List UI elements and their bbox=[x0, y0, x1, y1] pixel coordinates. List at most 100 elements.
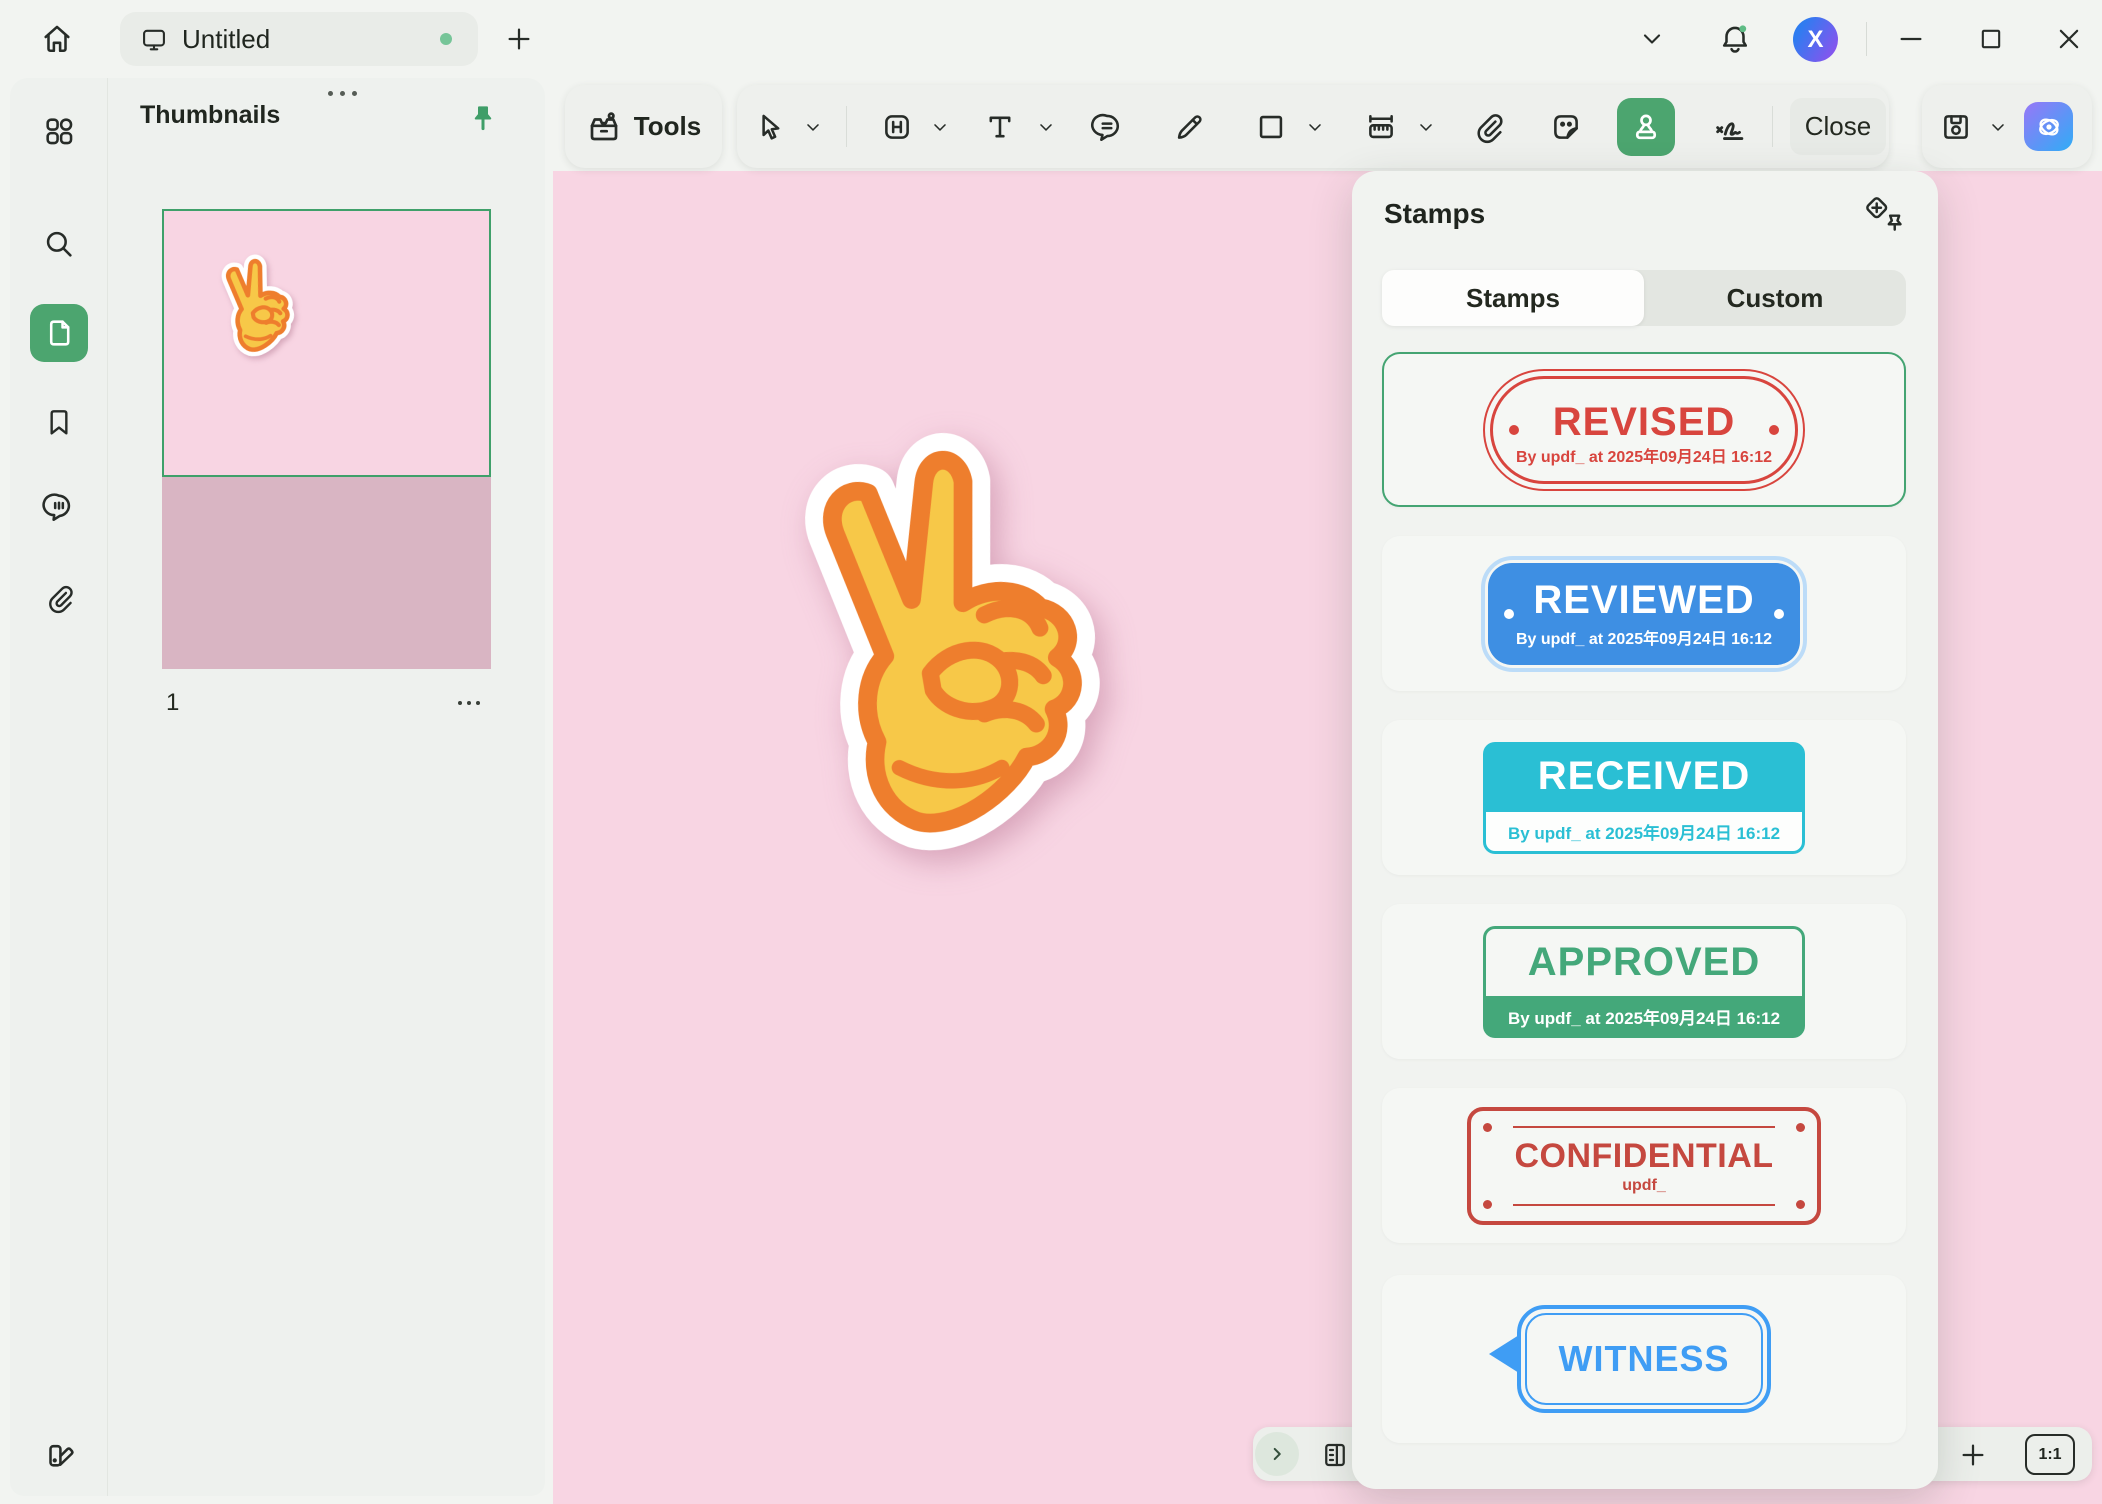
unsaved-dot bbox=[440, 33, 452, 45]
maximize-button[interactable] bbox=[1964, 12, 2018, 66]
stamp-label: CONFIDENTIAL bbox=[1514, 1137, 1773, 1176]
maximize-icon bbox=[1977, 25, 2005, 53]
page-icon bbox=[42, 316, 76, 350]
pin-panel-button[interactable] bbox=[461, 96, 505, 140]
stamp-item-confidential[interactable]: CONFIDENTIAL updf_ bbox=[1382, 1088, 1906, 1243]
annotation-toolbar: Close bbox=[737, 85, 1889, 168]
stamp-icon bbox=[1628, 109, 1664, 145]
pen-tool[interactable] bbox=[1165, 103, 1213, 151]
sidebar-item-attachments[interactable] bbox=[30, 569, 88, 627]
sidebar-item-thumbnails[interactable] bbox=[30, 304, 88, 362]
page-layout-icon bbox=[1320, 1440, 1350, 1470]
left-dock: Thumbnails 1 bbox=[10, 78, 545, 1496]
app-window: Untitled X bbox=[0, 0, 2102, 1504]
topbar-divider bbox=[1866, 22, 1867, 56]
thumbnails-title: Thumbnails bbox=[140, 101, 280, 130]
tab-stamps[interactable]: Stamps bbox=[1382, 270, 1644, 326]
sidebar-item-apps[interactable] bbox=[30, 102, 88, 160]
sidebar-item-search[interactable] bbox=[30, 215, 88, 273]
text-tool[interactable] bbox=[976, 103, 1024, 151]
page-number: 1 bbox=[166, 689, 179, 717]
attach-tool[interactable] bbox=[1464, 103, 1512, 151]
heading-tool[interactable] bbox=[873, 103, 921, 151]
measure-tool[interactable] bbox=[1357, 103, 1405, 151]
close-window-button[interactable] bbox=[2042, 12, 2096, 66]
page-thumbnail-viewport bbox=[162, 209, 491, 477]
document-tab[interactable]: Untitled bbox=[120, 12, 478, 66]
sticker-icon bbox=[1549, 110, 1583, 144]
shape-tool[interactable] bbox=[1247, 103, 1295, 151]
toolbar-divider bbox=[1772, 106, 1773, 147]
select-tool[interactable] bbox=[746, 103, 794, 151]
toolbar-divider bbox=[846, 106, 847, 147]
tab-custom[interactable]: Custom bbox=[1644, 270, 1906, 326]
confidential-stamp-art: CONFIDENTIAL updf_ bbox=[1467, 1107, 1821, 1225]
cursor-icon bbox=[753, 110, 787, 144]
stamp-item-approved[interactable]: APPROVED By updf_ at 2025年09月24日 16:12 bbox=[1382, 904, 1906, 1059]
heading-box-icon bbox=[880, 110, 914, 144]
close-icon bbox=[2054, 24, 2084, 54]
create-stamp-pin-button[interactable] bbox=[1860, 191, 1908, 239]
comment-tool[interactable] bbox=[1083, 103, 1131, 151]
page-thumbnail[interactable] bbox=[162, 209, 491, 669]
tools-button[interactable]: Tools bbox=[565, 85, 722, 168]
chevron-down-icon bbox=[1638, 25, 1666, 53]
text-tool-dropdown[interactable] bbox=[1031, 107, 1061, 147]
save-icon bbox=[1939, 110, 1973, 144]
chevron-down-icon bbox=[1036, 117, 1056, 137]
stamp-label: WITNESS bbox=[1558, 1338, 1729, 1380]
signature-tool[interactable] bbox=[1706, 103, 1754, 151]
shape-tool-dropdown[interactable] bbox=[1300, 107, 1330, 147]
approved-stamp-art: APPROVED By updf_ at 2025年09月24日 16:12 bbox=[1483, 926, 1805, 1038]
home-icon bbox=[40, 21, 74, 55]
panel-drag-handle[interactable] bbox=[310, 82, 374, 104]
avatar-initial: X bbox=[1807, 26, 1823, 54]
minimize-button[interactable] bbox=[1884, 12, 1938, 66]
chevron-right-icon bbox=[1266, 1443, 1288, 1465]
stamp-item-witness[interactable]: WITNESS bbox=[1382, 1275, 1906, 1443]
stamp-label: APPROVED bbox=[1528, 940, 1761, 985]
page-more-button[interactable] bbox=[449, 690, 489, 716]
sidebar-item-theme[interactable] bbox=[30, 1425, 88, 1483]
measure-tool-dropdown[interactable] bbox=[1411, 107, 1441, 147]
chevron-down-icon bbox=[1988, 117, 2008, 137]
square-icon bbox=[1254, 110, 1288, 144]
save-dropdown[interactable] bbox=[1983, 107, 2013, 147]
document-tab-icon bbox=[140, 25, 168, 53]
ai-assistant-button[interactable] bbox=[2024, 102, 2073, 151]
stamp-item-revised[interactable]: REVISED By updf_ at 2025年09月24日 16:12 bbox=[1382, 352, 1906, 507]
grid-icon bbox=[42, 114, 76, 148]
heading-tool-dropdown[interactable] bbox=[925, 107, 955, 147]
zoom-in-button[interactable] bbox=[1953, 1435, 1993, 1475]
sticker-tool[interactable] bbox=[1542, 103, 1590, 151]
document-tab-title: Untitled bbox=[182, 24, 270, 55]
minimize-icon bbox=[1896, 24, 1926, 54]
page-layout-button[interactable] bbox=[1315, 1436, 1355, 1474]
peace-hand-sticker-thumb bbox=[211, 245, 316, 361]
stamp-item-received[interactable]: RECEIVED By updf_ at 2025年09月24日 16:12 bbox=[1382, 720, 1906, 875]
paperclip-icon bbox=[1471, 110, 1505, 144]
chevron-down-icon bbox=[1305, 117, 1325, 137]
stamp-item-reviewed[interactable]: REVIEWED By updf_ at 2025年09月24日 16:12 bbox=[1382, 536, 1906, 691]
close-tool-mode-button[interactable]: Close bbox=[1790, 98, 1886, 155]
ruler-icon bbox=[1364, 110, 1398, 144]
select-tool-dropdown[interactable] bbox=[798, 107, 828, 147]
expand-statusbar-button[interactable] bbox=[1255, 1432, 1299, 1476]
text-icon bbox=[983, 110, 1017, 144]
sidebar-item-comments[interactable] bbox=[30, 478, 88, 536]
stamp-tool-active[interactable] bbox=[1617, 98, 1675, 156]
peace-hand-sticker[interactable] bbox=[766, 398, 1188, 867]
avatar[interactable]: X bbox=[1793, 17, 1838, 62]
bookmark-icon bbox=[43, 406, 75, 438]
notifications-button[interactable] bbox=[1708, 12, 1762, 66]
actual-size-button[interactable]: 1:1 bbox=[2025, 1434, 2075, 1475]
save-button[interactable] bbox=[1932, 103, 1980, 151]
top-bar: Untitled X bbox=[0, 0, 2102, 78]
save-toolbar bbox=[1922, 85, 2092, 168]
tabs-dropdown-button[interactable] bbox=[1625, 12, 1679, 66]
sidebar-item-bookmarks[interactable] bbox=[30, 393, 88, 451]
toolbox-icon bbox=[586, 109, 622, 145]
home-button[interactable] bbox=[28, 9, 86, 67]
new-tab-button[interactable] bbox=[494, 14, 544, 64]
chevron-down-icon bbox=[930, 117, 950, 137]
